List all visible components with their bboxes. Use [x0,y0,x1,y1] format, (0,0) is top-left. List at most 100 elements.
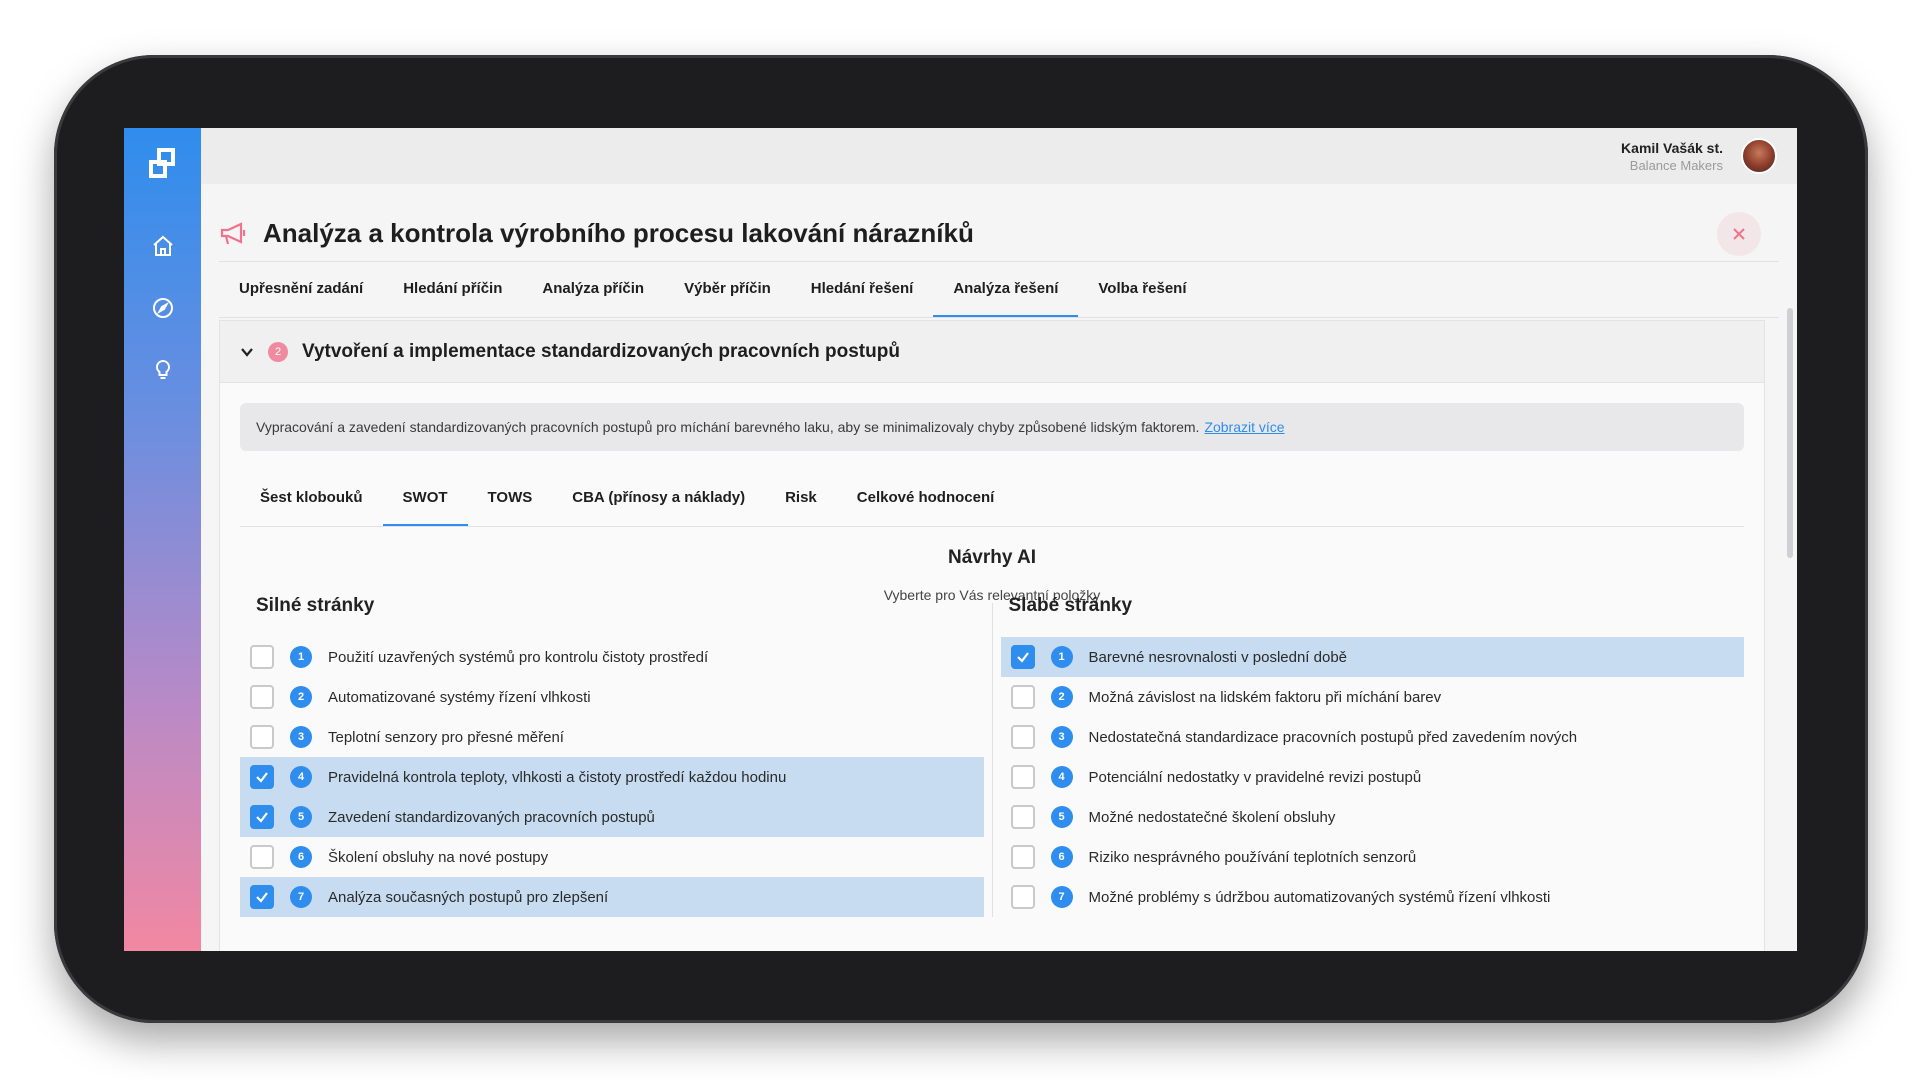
checkbox[interactable] [1010,845,1035,869]
page-title: Analýza a kontrola výrobního procesu lak… [263,218,974,248]
item-number-badge: 1 [1050,646,1073,668]
strengths-title: Silné stránky [256,595,375,616]
checkbox[interactable] [250,805,274,829]
item-label: Zavedení standardizovaných pracovních po… [328,808,655,826]
item-number-badge: 1 [290,646,312,668]
checkbox[interactable] [1010,885,1035,909]
app-logo[interactable] [143,146,183,186]
item-number-badge: 2 [1050,686,1073,708]
megaphone-icon [220,221,246,244]
list-item[interactable]: 2 Možná závislost na lidském faktoru při … [1001,677,1745,717]
item-number-badge: 3 [290,726,312,748]
user-name: Kamil Vašák st. [1621,139,1723,156]
section-number-badge: 2 [268,341,288,362]
main-tabs: Upřesnění zadání Hledání příčin Analýza … [219,262,1779,318]
tab-hledani-pricin[interactable]: Hledání příčin [383,262,522,317]
main-area: Kamil Vašák st. Balance Makers Analýza a… [201,128,1797,951]
item-number-badge: 3 [1050,726,1073,748]
list-item[interactable]: 7 Možné problémy s údržbou automatizovaný… [1001,877,1745,917]
item-number-badge: 6 [290,846,312,868]
item-label: Možné problémy s údržbou automatizovanýc… [1088,888,1551,906]
item-label: Potenciální nedostatky v pravidelné revi… [1088,768,1422,786]
subtab-tows[interactable]: TOWS [468,471,553,526]
checkbox[interactable] [1010,725,1035,749]
checkbox[interactable] [250,725,274,749]
list-item[interactable]: 4 Potenciální nedostatky v pravidelné rev… [1001,757,1745,797]
close-icon [1733,227,1745,240]
tab-volba-reseni[interactable]: Volba řešení [1078,262,1206,317]
weaknesses-column: Slabé stránky 1 Barevné nesrovnalosti v p… [991,595,1745,917]
list-item[interactable]: 6 Školení obsluhy na nové postupy [240,837,984,877]
checkbox[interactable] [1010,805,1035,829]
avatar[interactable] [1741,138,1777,174]
solution-panel: 2 Vytvoření a implementace standardizova… [219,320,1765,951]
user-org: Balance Makers [1629,157,1723,173]
list-item[interactable]: 3 Nedostatečná standardizace pracovních p… [1001,717,1745,757]
list-item[interactable]: 5 Zavedení standardizovaných pracovních p… [240,797,984,837]
checkbox[interactable] [1010,645,1035,669]
list-item[interactable]: 1 Použití uzavřených systémů pro kontrolu… [240,637,984,677]
checkbox[interactable] [250,765,274,789]
item-label: Nedostatečná standardizace pracovních po… [1088,728,1578,746]
item-number-badge: 5 [1050,806,1073,828]
list-item[interactable]: 3 Teplotní senzory pro přesné měření [240,717,984,757]
description-text: Vypracování a zavedení standardizovaných… [256,419,1200,435]
ai-title: Návrhy AI [948,547,1036,568]
item-label: Teplotní senzory pro přesné měření [328,728,564,746]
subtab-swot[interactable]: SWOT [382,471,468,526]
checkmark-icon [1016,652,1029,663]
strengths-list: 1 Použití uzavřených systémů pro kontrolu… [240,637,984,917]
list-item[interactable]: 7 Analýza současných postupů pro zlepšení [240,877,984,917]
home-icon[interactable] [143,226,183,266]
checkbox[interactable] [250,845,274,869]
tab-vyber-pricin[interactable]: Výběr příčin [664,262,791,317]
section-description: Vypracování a zavedení standardizovaných… [240,403,1744,451]
strengths-column: Silné stránky 1 Použití uzavřených systém… [240,595,992,917]
tab-hledani-reseni[interactable]: Hledání řešení [791,262,934,317]
item-label: Možné nedostatečné školení obsluhy [1088,808,1336,826]
sidebar [124,128,201,951]
checkbox[interactable] [1010,685,1035,709]
subtab-celkove-hodnoceni[interactable]: Celkové hodnocení [837,471,1015,526]
swot-columns: Silné stránky 1 Použití uzavřených systém… [240,595,1745,917]
list-item[interactable]: 2 Automatizované systémy řízení vlhkosti [240,677,984,717]
item-number-badge: 4 [290,766,312,788]
subtab-sest-klobouku[interactable]: Šest klobouků [240,471,383,526]
list-item[interactable]: 5 Možné nedostatečné školení obsluhy [1001,797,1745,837]
show-more-link[interactable]: Zobrazit více [1204,419,1284,435]
item-number-badge: 7 [290,886,312,908]
subtab-risk[interactable]: Risk [765,471,837,526]
checkbox[interactable] [1010,765,1035,789]
list-item[interactable]: 6 Riziko nesprávného používání teplotních… [1001,837,1745,877]
user-info[interactable]: Kamil Vašák st. Balance Makers [1621,140,1723,173]
item-label: Automatizované systémy řízení vlhkosti [328,688,591,706]
app-screen: Kamil Vašák st. Balance Makers Analýza a… [124,128,1797,951]
tab-upresneni-zadani[interactable]: Upřesnění zadání [219,262,383,317]
tab-analyza-pricin[interactable]: Analýza příčin [522,262,664,317]
list-item[interactable]: 4 Pravidelná kontrola teploty, vlhkosti a… [240,757,984,797]
checkmark-icon [256,772,268,783]
item-label: Možná závislost na lidském faktoru při m… [1088,688,1442,706]
item-label: Riziko nesprávného používání teplotních … [1088,848,1417,866]
scrollbar[interactable] [1787,308,1793,558]
title-row: Analýza a kontrola výrobního procesu lak… [219,184,1779,262]
lightbulb-icon[interactable] [143,350,183,390]
close-button[interactable] [1717,211,1761,256]
tab-analyza-reseni[interactable]: Analýza řešení [933,262,1079,317]
chevron-down-icon[interactable] [240,345,254,359]
section-title: Vytvoření a implementace standardizovaný… [302,340,900,362]
list-item[interactable]: 1 Barevné nesrovnalosti v poslední době [1000,637,1744,677]
item-label: Analýza současných postupů pro zlepšení [328,888,609,906]
subtab-cba[interactable]: CBA (přínosy a náklady) [552,471,765,526]
weaknesses-list: 1 Barevné nesrovnalosti v poslední době 2 M… [1000,637,1745,917]
checkbox[interactable] [250,885,274,909]
checkbox[interactable] [250,685,274,709]
checkmark-icon [256,812,268,823]
item-number-badge: 4 [1050,766,1073,788]
top-bar: Kamil Vašák st. Balance Makers [201,128,1797,184]
checkbox[interactable] [250,645,274,669]
panel-header[interactable]: 2 Vytvoření a implementace standardizova… [220,321,1764,383]
item-label: Školení obsluhy na nové postupy [328,848,549,866]
compass-icon[interactable] [143,288,183,328]
item-number-badge: 7 [1050,886,1073,908]
